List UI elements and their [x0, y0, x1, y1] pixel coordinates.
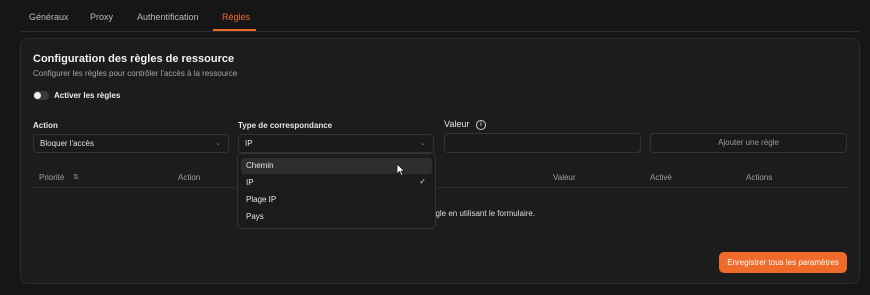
option-label: Plage IP [246, 195, 277, 204]
option-ip[interactable]: IP ✓ [241, 175, 432, 191]
enable-rules-toggle[interactable] [33, 91, 49, 100]
tab-authentification[interactable]: Authentification [137, 12, 199, 22]
option-label: IP [246, 178, 254, 187]
action-select[interactable]: Bloquer l'accès ⌄ [33, 134, 229, 153]
section-title: Configuration des règles de ressource [33, 53, 235, 65]
tab-proxy[interactable]: Proxy [90, 12, 113, 22]
tab-bar: Généraux Proxy Authentification Règles [20, 0, 860, 32]
match-type-label: Type de correspondance [238, 121, 333, 130]
check-icon: ✓ [419, 177, 426, 186]
chevron-down-icon: ⌄ [420, 140, 426, 147]
rules-card: Configuration des règles de ressource Co… [20, 38, 860, 284]
mouse-cursor-icon [396, 163, 406, 177]
save-all-settings-button[interactable]: Enregistrer tous les paramètres [719, 252, 847, 273]
match-type-select-value: IP [245, 139, 253, 148]
match-type-dropdown: Chemin IP ✓ Plage IP Pays [237, 153, 436, 229]
enable-rules-label: Activer les règles [54, 91, 121, 100]
empty-table-message: ègle en utilisant le formulaire. [431, 209, 536, 218]
info-icon[interactable]: i [476, 120, 486, 130]
tab-generaux[interactable]: Généraux [29, 12, 69, 22]
sort-arrows-icon[interactable]: ⇅ [73, 173, 79, 181]
action-label: Action [33, 121, 58, 130]
header-actions: Actions [746, 173, 773, 182]
option-label: Chemin [246, 161, 274, 170]
header-action: Action [178, 173, 201, 182]
section-subtitle: Configurer les règles pour contrôler l'a… [33, 69, 238, 78]
option-label: Pays [246, 212, 264, 221]
header-value: Valeur [553, 173, 576, 182]
table-header-divider [33, 187, 847, 188]
tab-regles[interactable]: Règles [222, 12, 250, 22]
add-rule-button[interactable]: Ajouter une règle [650, 133, 847, 153]
value-label: Valeur [444, 119, 470, 129]
option-pays[interactable]: Pays [241, 209, 432, 225]
chevron-down-icon: ⌄ [215, 140, 221, 147]
header-priority[interactable]: Priorité [39, 173, 64, 182]
option-plage-ip[interactable]: Plage IP [241, 192, 432, 208]
active-tab-indicator [213, 29, 256, 31]
action-select-value: Bloquer l'accès [40, 139, 94, 148]
value-input[interactable] [444, 133, 641, 153]
header-enabled: Activé [650, 173, 672, 182]
toggle-knob [34, 92, 41, 99]
match-type-select[interactable]: IP ⌄ [238, 134, 434, 153]
